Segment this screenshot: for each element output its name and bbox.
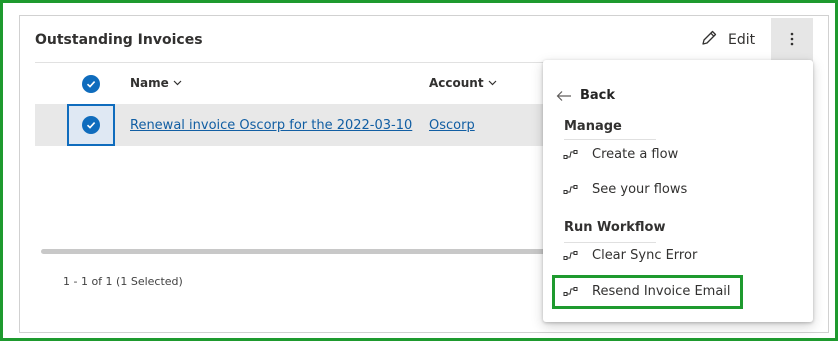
arrow-left-icon — [556, 90, 571, 101]
section-divider — [564, 139, 656, 140]
flow-icon — [563, 149, 578, 159]
table-row[interactable]: Renewal invoice Oscorp for the 2022-03-1… — [35, 104, 545, 146]
more-vertical-icon — [790, 31, 794, 50]
menu-item-label: See your flows — [592, 182, 688, 197]
invoice-name-link[interactable]: Renewal invoice Oscorp for the 2022-03-1… — [130, 118, 412, 133]
account-link[interactable]: Oscorp — [429, 118, 475, 133]
row-select-cell[interactable] — [67, 104, 115, 146]
flow-icon — [563, 184, 578, 194]
grid-header: Name Account — [35, 62, 545, 104]
record-count: 1 - 1 of 1 (1 Selected) — [63, 275, 183, 288]
menu-item-clear-sync-error[interactable]: Clear Sync Error — [563, 248, 697, 263]
select-all-checkbox[interactable] — [82, 75, 100, 93]
section-header-run-workflow: Run Workflow — [564, 220, 666, 235]
flow-icon — [563, 250, 578, 260]
column-header-label: Name — [130, 76, 169, 90]
back-button[interactable]: Back — [556, 88, 615, 103]
section-divider — [564, 242, 656, 243]
pencil-icon — [700, 29, 718, 51]
column-header-account[interactable]: Account — [429, 76, 497, 90]
chevron-down-icon — [488, 80, 497, 86]
menu-item-create-flow[interactable]: Create a flow — [563, 147, 678, 162]
edit-button-label: Edit — [728, 32, 756, 48]
menu-item-label: Clear Sync Error — [592, 248, 698, 263]
highlight-annotation — [552, 275, 743, 309]
back-label: Back — [580, 88, 616, 103]
menu-item-see-flows[interactable]: See your flows — [563, 182, 687, 197]
checkmark-icon — [86, 81, 96, 88]
chevron-down-icon — [173, 80, 182, 86]
more-commands-button[interactable] — [771, 18, 813, 62]
row-checkbox[interactable] — [82, 116, 100, 134]
menu-item-label: Create a flow — [592, 147, 679, 162]
column-header-label: Account — [429, 76, 484, 90]
checkmark-icon — [86, 122, 96, 129]
edit-button[interactable]: Edit — [700, 25, 760, 55]
horizontal-scrollbar[interactable] — [41, 249, 551, 254]
card-title: Outstanding Invoices — [35, 32, 203, 48]
section-header-manage: Manage — [564, 119, 622, 134]
column-header-name[interactable]: Name — [130, 76, 182, 90]
